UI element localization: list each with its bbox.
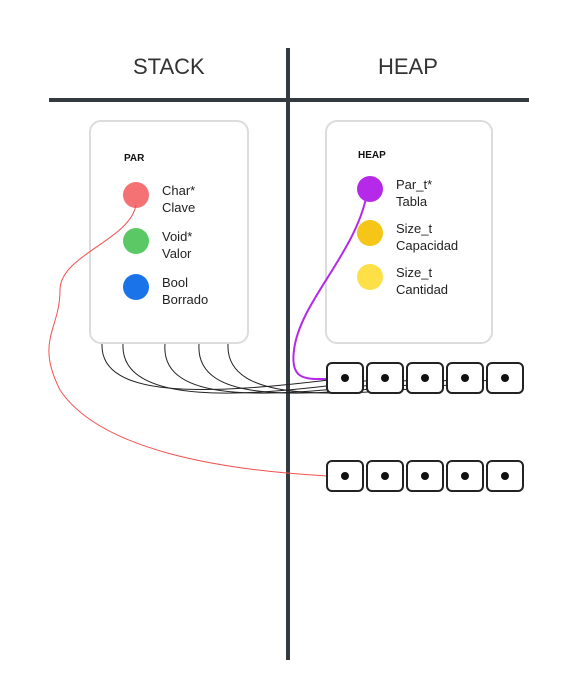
connector-wires xyxy=(48,186,506,477)
key-array-cell xyxy=(366,460,404,492)
key-array-cell xyxy=(326,460,364,492)
tabla-pointer-link xyxy=(292,186,369,381)
key-array-cell xyxy=(406,460,444,492)
table-array-cell xyxy=(326,362,364,394)
table-array-cell xyxy=(486,362,524,394)
table-array-cell xyxy=(406,362,444,394)
key-array-cell xyxy=(486,460,524,492)
table-array-cell xyxy=(446,362,484,394)
table-array-cell xyxy=(366,362,404,394)
clave-pointer-link xyxy=(48,204,328,477)
key-array-cell xyxy=(446,460,484,492)
